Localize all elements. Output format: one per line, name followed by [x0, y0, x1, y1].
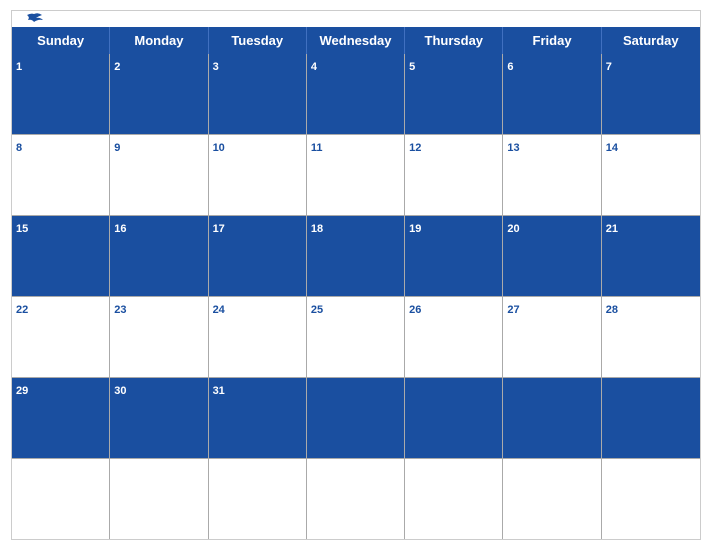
day-number: 7: [606, 61, 612, 73]
day-cell: 17: [209, 216, 307, 296]
day-header-saturday: Saturday: [602, 27, 700, 54]
day-number: 25: [311, 304, 323, 316]
day-number: 9: [114, 142, 120, 154]
day-number: 28: [606, 304, 618, 316]
day-header-friday: Friday: [503, 27, 601, 54]
day-cell: 14: [602, 135, 700, 215]
day-number: 3: [213, 61, 219, 73]
day-cell: 27: [503, 297, 601, 377]
day-number: 1: [16, 61, 22, 73]
day-cell: 24: [209, 297, 307, 377]
day-cell: [503, 378, 601, 458]
day-cell: 7: [602, 54, 700, 134]
day-number: 30: [114, 385, 126, 397]
calendar: SundayMondayTuesdayWednesdayThursdayFrid…: [11, 10, 701, 540]
day-cell: 19: [405, 216, 503, 296]
day-cell: 5: [405, 54, 503, 134]
day-cell: 23: [110, 297, 208, 377]
day-cell: 21: [602, 216, 700, 296]
day-cell: 26: [405, 297, 503, 377]
day-number: 17: [213, 223, 225, 235]
week-row: 8 9 10 11 12 13 14: [12, 135, 700, 216]
day-cell: 25: [307, 297, 405, 377]
day-cell: 9: [110, 135, 208, 215]
week-row: [12, 459, 700, 539]
week-row: 1 2 3 4 5 6 7: [12, 54, 700, 135]
day-cell: [209, 459, 307, 539]
day-number: 16: [114, 223, 126, 235]
day-cell: 30: [110, 378, 208, 458]
day-cell: 11: [307, 135, 405, 215]
day-number: 29: [16, 385, 28, 397]
day-cell: 4: [307, 54, 405, 134]
day-number: 26: [409, 304, 421, 316]
day-cell: [602, 459, 700, 539]
day-cell: 12: [405, 135, 503, 215]
day-header-thursday: Thursday: [405, 27, 503, 54]
day-header-sunday: Sunday: [12, 27, 110, 54]
day-number: 19: [409, 223, 421, 235]
day-header-monday: Monday: [110, 27, 208, 54]
day-number: 22: [16, 304, 28, 316]
day-cell: [405, 378, 503, 458]
day-cell: 3: [209, 54, 307, 134]
day-cell: 28: [602, 297, 700, 377]
day-cell: 22: [12, 297, 110, 377]
day-header-wednesday: Wednesday: [307, 27, 405, 54]
day-number: 5: [409, 61, 415, 73]
day-cell: 2: [110, 54, 208, 134]
week-row: 15 16 17 18 19 20 21: [12, 216, 700, 297]
day-cell: 6: [503, 54, 601, 134]
day-cell: [307, 378, 405, 458]
day-cell: [110, 459, 208, 539]
day-cell: 31: [209, 378, 307, 458]
day-cell: 8: [12, 135, 110, 215]
day-number: 11: [311, 142, 323, 154]
day-cell: 20: [503, 216, 601, 296]
day-number: 2: [114, 61, 120, 73]
day-cell: [405, 459, 503, 539]
day-cell: 13: [503, 135, 601, 215]
calendar-header: [12, 11, 700, 27]
day-number: 23: [114, 304, 126, 316]
day-cell: [12, 459, 110, 539]
day-cell: [503, 459, 601, 539]
day-cell: [307, 459, 405, 539]
logo-bird-icon: [24, 12, 44, 26]
day-cell: 15: [12, 216, 110, 296]
day-number: 14: [606, 142, 618, 154]
day-cell: 1: [12, 54, 110, 134]
day-cell: 29: [12, 378, 110, 458]
day-number: 8: [16, 142, 22, 154]
day-number: 27: [507, 304, 519, 316]
day-number: 15: [16, 223, 28, 235]
day-header-tuesday: Tuesday: [209, 27, 307, 54]
day-cell: [602, 378, 700, 458]
day-number: 31: [213, 385, 225, 397]
day-cell: 16: [110, 216, 208, 296]
logo: [24, 12, 46, 26]
day-number: 20: [507, 223, 519, 235]
day-number: 4: [311, 61, 317, 73]
calendar-grid: SundayMondayTuesdayWednesdayThursdayFrid…: [12, 27, 700, 539]
week-row: 29 30 31: [12, 378, 700, 459]
weeks-container: 1234567891011121314151617181920212223242…: [12, 54, 700, 539]
day-number: 10: [213, 142, 225, 154]
week-row: 22 23 24 25 26 27 28: [12, 297, 700, 378]
day-number: 13: [507, 142, 519, 154]
day-cell: 10: [209, 135, 307, 215]
day-number: 24: [213, 304, 225, 316]
day-number: 21: [606, 223, 618, 235]
day-cell: 18: [307, 216, 405, 296]
day-number: 12: [409, 142, 421, 154]
day-number: 6: [507, 61, 513, 73]
day-number: 18: [311, 223, 323, 235]
day-headers-row: SundayMondayTuesdayWednesdayThursdayFrid…: [12, 27, 700, 54]
